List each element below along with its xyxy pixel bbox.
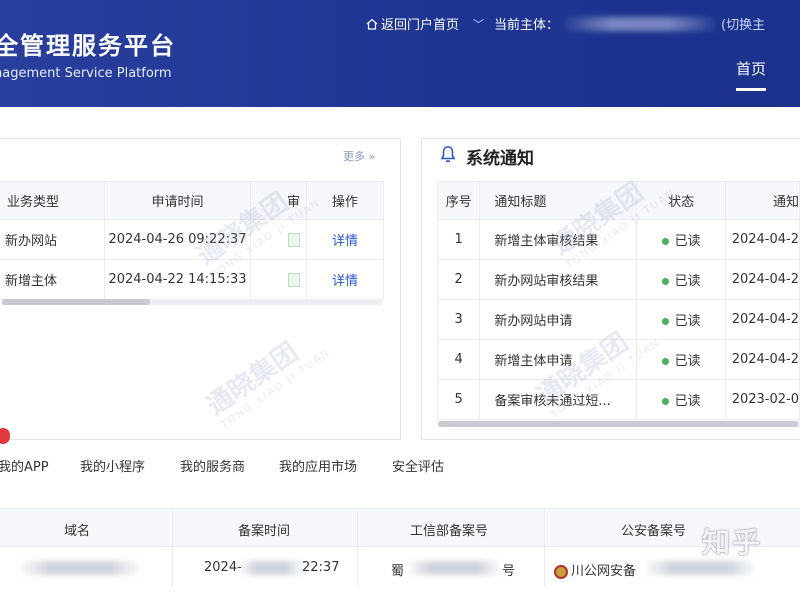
tab-my-provider[interactable]: 我的服务商 — [180, 456, 245, 475]
record-time-start: 2024- — [204, 560, 242, 575]
chevron-down-icon: ﹀ — [473, 17, 485, 31]
col-business-type: 业务类型 — [0, 181, 105, 220]
row-time: 2023-02-0 — [724, 379, 800, 420]
notice-title: 系统通知 — [440, 144, 534, 169]
top-links: 返回门户首页 ﹀ 当前主体： (切换主 — [366, 14, 765, 33]
row-title[interactable]: 新增主体审核结果 — [479, 219, 638, 260]
application-table: 业务类型 申请时间 审 操作 新办网站 2024-04-26 09:22:37 … — [0, 181, 384, 300]
nav-home-tab[interactable]: 首页 — [736, 58, 766, 79]
notice-title-text: 系统通知 — [466, 149, 534, 169]
col-apply-time: 申请时间 — [104, 181, 251, 220]
column-divider — [357, 509, 358, 587]
horizontal-scrollbar[interactable] — [2, 299, 382, 305]
table-row[interactable]: 3 新办网站申请 已读 2024-04-2 — [436, 299, 800, 340]
row-no: 3 — [436, 299, 481, 340]
switch-subject-link[interactable]: (切换主 — [721, 14, 765, 33]
col-domain: 域名 — [64, 524, 91, 539]
domain-redacted — [20, 561, 140, 575]
police-emblem-icon — [554, 564, 568, 579]
row-time: 2024-04-2 — [724, 299, 800, 340]
row-status: 已读 — [674, 314, 701, 329]
miit-number-redacted — [408, 561, 500, 575]
table-row[interactable]: 4 新增主体申请 已读 2024-04-2 — [436, 339, 800, 380]
row-status: 已读 — [674, 394, 701, 409]
row-status: 已读 — [674, 274, 701, 289]
row-title[interactable]: 新增主体申请 — [479, 339, 638, 380]
row-time: 2024-04-2 — [724, 259, 800, 300]
read-dot — [661, 278, 669, 285]
record-table: 域名 备案时间 工信部备案号 公安备案号 2024- 22:37 蜀 号 川公网… — [0, 508, 800, 600]
tab-my-app-market[interactable]: 我的应用市场 — [279, 456, 357, 475]
table-row[interactable]: 5 备案审核未通过短... 已读 2023-02-0 — [436, 379, 800, 420]
row-title[interactable]: 备案审核未通过短... — [479, 379, 638, 420]
table-row: 新增主体 2024-04-22 14:15:33 详情 — [0, 259, 384, 300]
portal-home-link[interactable]: 返回门户首页 — [366, 14, 459, 33]
row-no: 4 — [436, 339, 481, 380]
col-action: 操作 — [306, 181, 384, 220]
row-type: 新增主体 — [0, 259, 105, 300]
read-dot — [661, 358, 669, 365]
col-no: 序号 — [436, 181, 481, 220]
police-number-redacted — [645, 561, 755, 575]
col-status: 状态 — [636, 181, 726, 220]
row-status: 已读 — [674, 234, 701, 249]
notice-table: 序号 通知标题 状态 通知 1 新增主体审核结果 已读 2024-04-2 2 … — [436, 181, 800, 420]
subject-name-redacted — [565, 16, 716, 31]
row-no: 1 — [436, 219, 481, 260]
table-row: 新办网站 2024-04-26 09:22:37 详情 — [0, 219, 384, 260]
scrollbar-thumb[interactable] — [438, 421, 798, 427]
tab-my-app[interactable]: 我的APP — [0, 456, 49, 475]
nav-active-indicator — [736, 88, 766, 91]
bell-icon — [440, 145, 456, 168]
row-type: 新办网站 — [0, 219, 105, 260]
more-link[interactable]: 更多 » — [343, 148, 375, 164]
col-record-time: 备案时间 — [238, 524, 291, 539]
current-subject-label: 当前主体： — [494, 18, 560, 33]
record-time-end: 22:37 — [302, 560, 340, 575]
row-time: 2024-04-2 — [724, 219, 800, 260]
platform-title: 全管理服务平台 — [0, 32, 176, 60]
home-icon — [366, 18, 378, 30]
table-row[interactable]: 1 新增主体审核结果 已读 2024-04-2 — [436, 219, 800, 260]
col-miit-number: 工信部备案号 — [410, 524, 489, 539]
row-time: 2024-04-22 14:15:33 — [104, 259, 251, 300]
portal-home-label: 返回门户首页 — [381, 18, 460, 33]
scrollbar-thumb[interactable] — [2, 299, 150, 305]
police-record: 川公网安备 — [554, 560, 636, 579]
tab-security-assessment[interactable]: 安全评估 — [392, 456, 444, 475]
tab-my-miniprogram[interactable]: 我的小程序 — [80, 456, 145, 475]
col-audit: 审 — [250, 181, 307, 220]
read-dot — [661, 318, 669, 325]
miit-prefix: 蜀 — [391, 564, 405, 579]
status-badge — [288, 232, 300, 247]
row-title[interactable]: 新办网站申请 — [479, 299, 638, 340]
col-notice-time: 通知 — [724, 181, 800, 220]
read-dot — [661, 238, 669, 245]
detail-link[interactable]: 详情 — [306, 259, 384, 300]
column-divider — [172, 509, 173, 587]
header-bar: 全管理服务平台 nagement Service Platform 返回门户首页… — [0, 0, 800, 107]
row-no: 2 — [436, 259, 481, 300]
row-time: 2024-04-26 09:22:37 — [104, 219, 251, 260]
detail-link[interactable]: 详情 — [306, 219, 384, 260]
col-title: 通知标题 — [479, 181, 638, 220]
row-status: 已读 — [674, 354, 701, 369]
table-row[interactable]: 2 新办网站审核结果 已读 2024-04-2 — [436, 259, 800, 300]
horizontal-scrollbar[interactable] — [438, 421, 800, 427]
column-divider — [544, 509, 545, 587]
record-time-redacted — [240, 561, 302, 575]
police-record-label: 川公网安备 — [571, 564, 637, 579]
notification-badge — [0, 428, 10, 444]
read-dot — [661, 398, 669, 405]
row-title[interactable]: 新办网站审核结果 — [479, 259, 638, 300]
zhihu-watermark: 知乎 — [702, 526, 763, 559]
col-police-number: 公安备案号 — [621, 524, 687, 539]
row-time: 2024-04-2 — [724, 339, 800, 380]
status-badge — [288, 272, 300, 287]
miit-suffix: 号 — [502, 564, 516, 579]
row-no: 5 — [436, 379, 481, 420]
platform-subtitle: nagement Service Platform — [0, 66, 172, 81]
